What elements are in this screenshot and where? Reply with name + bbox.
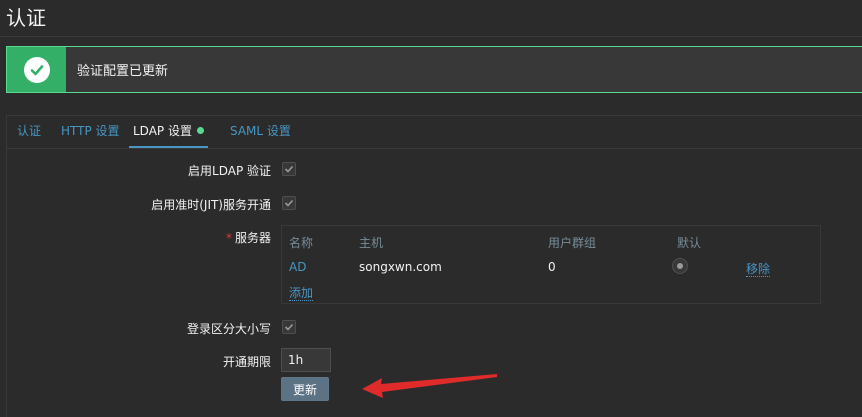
case-sensitive-checkbox[interactable] [282, 320, 296, 334]
enable-jit-checkbox[interactable] [282, 196, 296, 210]
server-user-groups: 0 [548, 260, 556, 274]
checkmark-icon [284, 199, 294, 207]
check-icon [23, 56, 50, 83]
servers-table: 名称 主机 用户群组 默认 AD songxwn.com 0 移除 添加 [281, 225, 821, 304]
checkmark-icon [284, 323, 294, 331]
required-asterisk: * [225, 231, 232, 245]
tab-ldap-settings-label: LDAP 设置 [133, 124, 192, 138]
enable-ldap-checkbox[interactable] [282, 162, 296, 176]
provisioning-period-input[interactable] [281, 348, 331, 372]
title-divider [0, 36, 862, 37]
radio-selected-dot [677, 263, 683, 269]
tab-ldap-settings[interactable]: LDAP 设置 [129, 116, 208, 148]
update-button[interactable]: 更新 [281, 377, 329, 401]
server-name-link[interactable]: AD [289, 260, 306, 274]
column-header-host: 主机 [359, 236, 384, 250]
column-header-user-groups: 用户群组 [548, 236, 597, 250]
enable-ldap-label: 启用LDAP 验证 [188, 164, 271, 178]
case-sensitive-label: 登录区分大小写 [186, 322, 271, 336]
provisioning-period-label: 开通期限 [222, 355, 271, 369]
enable-jit-label: 启用准时(JIT)服务开通 [151, 198, 271, 212]
tab-bar: 认证 HTTP 设置 LDAP 设置 SAML 设置 [7, 116, 862, 149]
tab-saml-settings[interactable]: SAML 设置 [230, 116, 291, 146]
checkmark-icon [284, 165, 294, 173]
servers-label-text: 服务器 [234, 231, 271, 245]
add-server-label: 添加 [289, 286, 314, 301]
remove-server-label: 移除 [746, 262, 771, 277]
default-server-radio[interactable] [672, 258, 688, 274]
tab-http-settings[interactable]: HTTP 设置 [61, 116, 120, 146]
column-header-name: 名称 [289, 236, 314, 250]
add-server-link[interactable]: 添加 [289, 284, 314, 301]
page-title: 认证 [6, 6, 46, 30]
tab-authentication[interactable]: 认证 [17, 116, 41, 146]
message-icon-area [7, 47, 66, 92]
tab-indicator-dot [196, 127, 204, 134]
remove-server-link[interactable]: 移除 [746, 260, 771, 277]
page: 认证 验证配置已更新 认证 HTTP 设置 LDAP 设置 SAML 设置 启用… [0, 0, 862, 417]
column-header-default: 默认 [677, 236, 702, 250]
ldap-settings-form: 认证 HTTP 设置 LDAP 设置 SAML 设置 启用LDAP 验证 启用准… [6, 115, 862, 417]
server-host: songxwn.com [359, 260, 442, 274]
servers-label: * 服务器 [226, 229, 271, 246]
message-text: 验证配置已更新 [77, 64, 169, 79]
success-message: 验证配置已更新 [6, 46, 862, 93]
